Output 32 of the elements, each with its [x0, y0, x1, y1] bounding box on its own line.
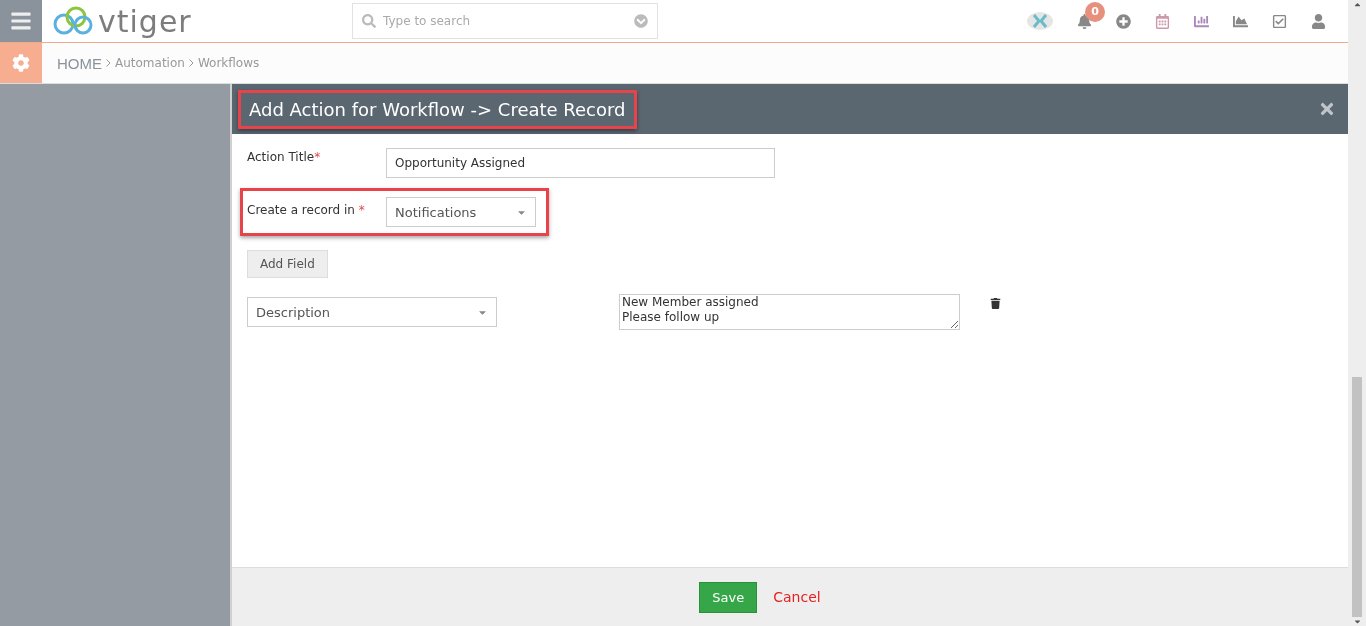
chevron-icon [106, 59, 111, 67]
field-label: Action Title* [247, 149, 322, 164]
calendar-icon[interactable] [1155, 13, 1170, 29]
field-select[interactable]: Description [247, 297, 497, 327]
add-field-button[interactable]: Add Field [247, 250, 328, 278]
chevron-icon [188, 59, 194, 67]
x-logo-icon[interactable] [1027, 12, 1053, 30]
user-icon[interactable] [1311, 13, 1326, 29]
settings-button[interactable] [0, 43, 42, 83]
dropdown-icon[interactable] [634, 14, 648, 28]
plus-icon[interactable] [1116, 13, 1131, 29]
action-title-input[interactable]: Opportunity Assigned [386, 148, 775, 178]
notification-count: 0 [1085, 1, 1105, 22]
logo-text: vtiger [98, 3, 192, 39]
value-textarea[interactable]: New Member assigned Please follow up [619, 294, 960, 330]
dialog-title: Add Action for Workflow -> Create Record [238, 89, 637, 129]
bar-chart-icon[interactable] [1194, 13, 1209, 29]
field-label: Create a record in * [247, 202, 366, 217]
menu-icon [10, 10, 32, 32]
area-chart-icon[interactable] [1233, 13, 1248, 29]
scroll-thumb[interactable] [1352, 377, 1362, 617]
settings-icon [12, 54, 30, 72]
search-field[interactable]: Type to search [352, 3, 658, 39]
checkbox-icon[interactable] [1272, 13, 1287, 29]
module-select[interactable]: Notifications [386, 197, 536, 227]
scroll-down-icon[interactable] [1352, 617, 1362, 626]
menu-button[interactable] [0, 0, 42, 42]
search-icon [362, 14, 376, 28]
scroll-up-icon[interactable] [1352, 0, 1362, 9]
cancel-link[interactable]: Cancel [773, 589, 821, 605]
trash-icon[interactable] [990, 298, 1001, 309]
close-icon[interactable] [1318, 100, 1336, 118]
